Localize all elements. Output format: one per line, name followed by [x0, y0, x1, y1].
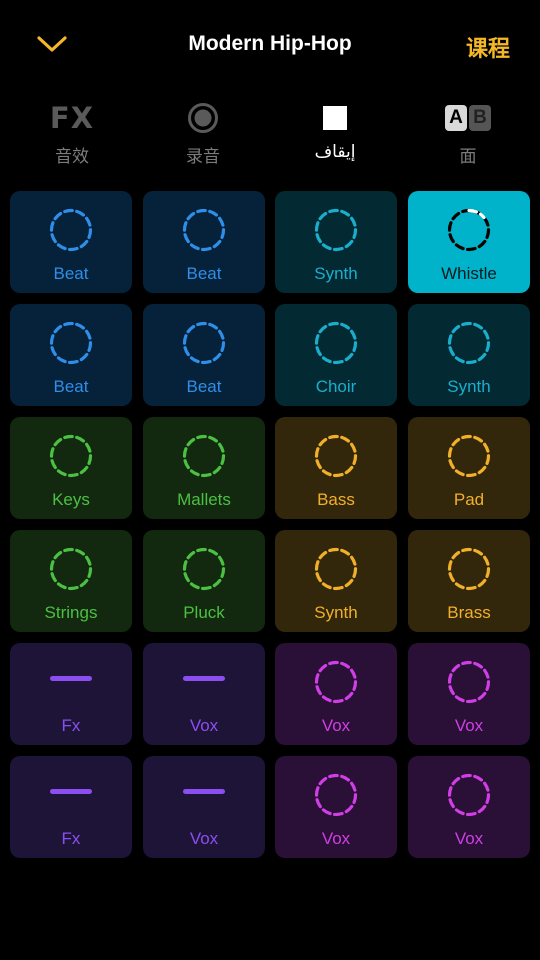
pad-4-3[interactable]: Synth: [275, 530, 397, 632]
pad-label: Synth: [314, 603, 358, 622]
pad-label: Strings: [44, 603, 98, 622]
pad-label: Beat: [53, 377, 89, 396]
dash-icon: [183, 789, 225, 794]
loop-ring-icon: [447, 773, 491, 817]
pad-label: Mallets: [177, 490, 231, 509]
dash-icon: [183, 676, 225, 681]
pad-2-3[interactable]: Choir: [275, 304, 397, 406]
pad-4-2[interactable]: Pluck: [143, 530, 265, 632]
loop-ring-icon: [314, 434, 358, 478]
pad-3-4[interactable]: Pad: [408, 417, 530, 519]
pad-3-2[interactable]: Mallets: [143, 417, 265, 519]
pad-label: Vox: [189, 829, 219, 848]
pad-6-1[interactable]: Fx: [10, 756, 132, 858]
loop-ring-icon: [182, 434, 226, 478]
page-title: Modern Hip-Hop: [188, 32, 352, 55]
ab-label: 面: [459, 147, 477, 166]
loop-ring-icon: [447, 434, 491, 478]
fx-icon: FX: [49, 101, 95, 135]
pad-label: Whistle: [441, 264, 497, 283]
pad-label: Fx: [61, 829, 81, 848]
progress-ring-icon: [447, 208, 491, 252]
pad-5-2[interactable]: Vox: [143, 643, 265, 745]
pad-4-4[interactable]: Brass: [408, 530, 530, 632]
pad-3-3[interactable]: Bass: [275, 417, 397, 519]
pad-2-1[interactable]: Beat: [10, 304, 132, 406]
loop-ring-icon: [49, 208, 93, 252]
pad-label: Brass: [447, 603, 491, 622]
stop-label: إيقاف: [314, 142, 356, 161]
pad-2-4[interactable]: Synth: [408, 304, 530, 406]
pad-1-1[interactable]: Beat: [10, 191, 132, 293]
pad-label: Beat: [53, 264, 89, 283]
loop-ring-icon: [314, 773, 358, 817]
header: Modern Hip-Hop 课程: [0, 0, 540, 92]
pad-1-2[interactable]: Beat: [143, 191, 265, 293]
dash-icon: [50, 789, 92, 794]
pad-label: Beat: [186, 377, 222, 396]
pad-label: Fx: [61, 716, 81, 735]
pad-1-3[interactable]: Synth: [275, 191, 397, 293]
fx-label: 音效: [55, 147, 89, 166]
pad-label: Pluck: [183, 603, 225, 622]
pad-4-1[interactable]: Strings: [10, 530, 132, 632]
loop-ring-icon: [314, 660, 358, 704]
pad-label: Vox: [321, 829, 351, 848]
pad-6-3[interactable]: Vox: [275, 756, 397, 858]
toolbar: FX 音效 录音 إيقاف A B 面: [0, 96, 540, 176]
pad-6-2[interactable]: Vox: [143, 756, 265, 858]
loop-ring-icon: [314, 208, 358, 252]
pad-5-4[interactable]: Vox: [408, 643, 530, 745]
ab-icon: A B: [445, 105, 491, 131]
loop-ring-icon: [182, 208, 226, 252]
stop-button[interactable]: إيقاف: [285, 96, 385, 162]
loop-ring-icon: [314, 321, 358, 365]
record-label: 录音: [186, 147, 220, 166]
loop-ring-icon: [447, 321, 491, 365]
pad-label: Keys: [52, 490, 90, 509]
loop-ring-icon: [182, 547, 226, 591]
pad-label: Bass: [317, 490, 355, 509]
pad-label: Vox: [454, 829, 484, 848]
pad-label: Synth: [314, 264, 358, 283]
pad-label: Vox: [454, 716, 484, 735]
pad-label: Beat: [186, 264, 222, 283]
loop-ring-icon: [447, 660, 491, 704]
pad-label: Vox: [321, 716, 351, 735]
ab-button[interactable]: A B 面: [418, 96, 518, 167]
course-button[interactable]: 课程: [466, 31, 510, 63]
fx-button[interactable]: FX 音效: [22, 96, 122, 167]
record-icon: [188, 103, 218, 133]
record-button[interactable]: 录音: [153, 96, 253, 167]
loop-ring-icon: [49, 434, 93, 478]
loop-ring-icon: [49, 547, 93, 591]
loop-ring-icon: [182, 321, 226, 365]
pad-3-1[interactable]: Keys: [10, 417, 132, 519]
pad-5-3[interactable]: Vox: [275, 643, 397, 745]
pad-5-1[interactable]: Fx: [10, 643, 132, 745]
pad-2-2[interactable]: Beat: [143, 304, 265, 406]
pad-6-4[interactable]: Vox: [408, 756, 530, 858]
loop-ring-icon: [314, 547, 358, 591]
stop-icon: [323, 106, 347, 130]
pad-label: Choir: [315, 377, 357, 396]
pad-label: Pad: [453, 490, 485, 509]
loop-ring-icon: [49, 321, 93, 365]
pad-label: Synth: [447, 377, 491, 396]
loop-ring-icon: [447, 547, 491, 591]
pad-label: Vox: [189, 716, 219, 735]
dash-icon: [50, 676, 92, 681]
pad-1-4[interactable]: Whistle: [408, 191, 530, 293]
